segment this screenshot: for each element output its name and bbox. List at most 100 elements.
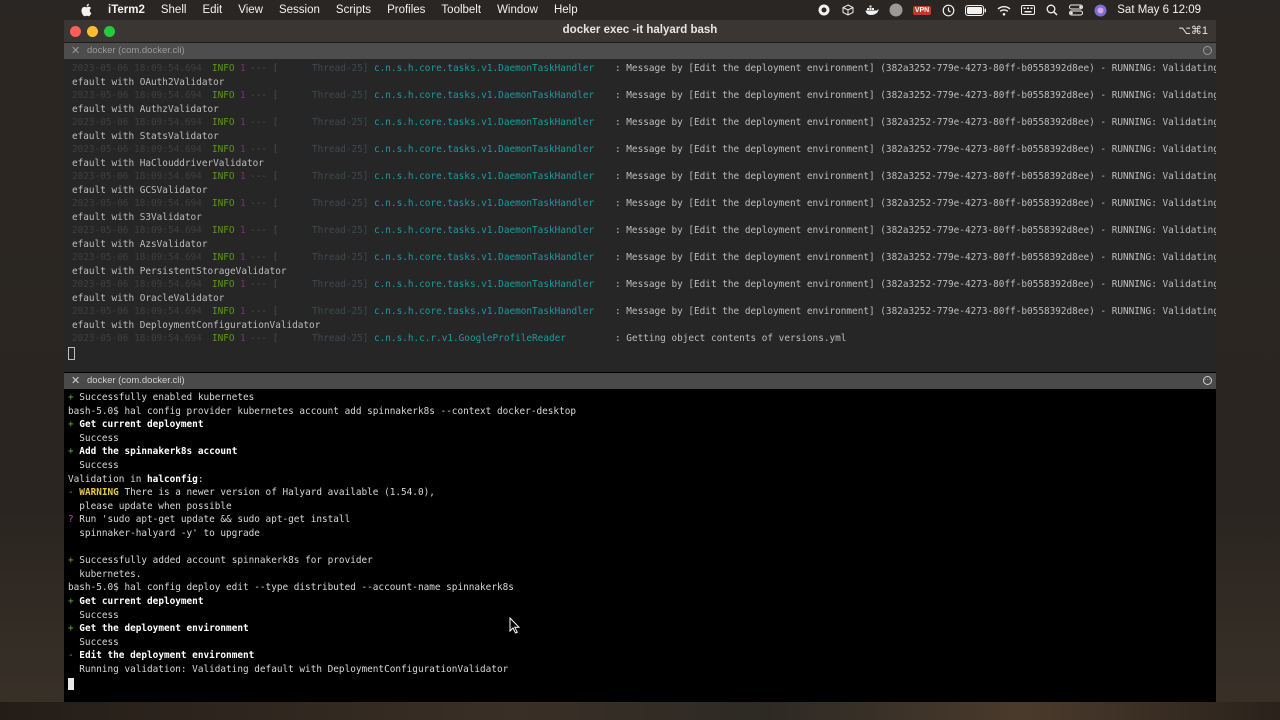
log-pid: 1 [240, 252, 246, 263]
menu-help[interactable]: Help [554, 4, 578, 16]
pane-bottom-close-icon[interactable]: ✕ [71, 374, 80, 387]
pane-top-terminal[interactable]: 2023-05-06 18:09:54.694 INFO 1 --- [ Thread-… [64, 59, 1216, 372]
menu-session[interactable]: Session [279, 4, 320, 16]
terminal-text: kubernetes. [68, 568, 142, 580]
log-level: INFO [212, 333, 235, 344]
record-icon[interactable] [817, 3, 831, 17]
docker-whale-icon[interactable] [865, 3, 879, 17]
box-cube-icon[interactable] [841, 3, 855, 17]
log-level: INFO [212, 144, 235, 155]
log-pid: 1 [240, 171, 246, 182]
log-continuation-text: efault with DeploymentConfigurationValid… [72, 319, 321, 331]
log-timestamp: 2023-05-06 18:09:54.694 [72, 333, 202, 344]
log-timestamp: 2023-05-06 18:09:54.694 [72, 90, 202, 101]
pane-top-header[interactable]: ✕ docker (com.docker.cli) ··· [64, 43, 1216, 59]
pane-bottom-label: docker (com.docker.cli) [87, 375, 185, 386]
log-line: 2023-05-06 18:09:54.694 INFO 1 --- [Thread-… [68, 305, 1216, 319]
log-separator: --- [ [250, 117, 279, 128]
search-icon[interactable] [1045, 3, 1059, 17]
log-pid: 1 [240, 144, 246, 155]
terminal-line: - WARNING There is a newer version of Ha… [68, 486, 435, 500]
terminal-line: spinnaker-halyard -y' to upgrade [68, 527, 260, 541]
menu-profiles[interactable]: Profiles [387, 4, 425, 16]
pane-bottom-header[interactable]: ✕ docker (com.docker.cli) ··· [64, 373, 1216, 389]
terminal-text: Success [68, 460, 119, 471]
vpn-badge[interactable]: VPN [912, 5, 932, 15]
pane-top-close-icon[interactable]: ✕ [71, 44, 80, 57]
pane-top-menu-icon[interactable]: ··· [1203, 46, 1212, 55]
log-message: : Message by [Edit the deployment enviro… [615, 198, 1216, 209]
log-pid: 1 [240, 279, 246, 290]
control-center-icon[interactable] [1069, 3, 1084, 17]
terminal-line: + Get current deployment [68, 418, 203, 432]
terminal-line: + Successfully enabled kubernetes [68, 391, 254, 405]
log-timestamp: 2023-05-06 18:09:54.694 [72, 144, 202, 155]
log-level: INFO [212, 90, 235, 101]
terminal-text: bash-5.0$ hal config provider kubernetes… [68, 405, 576, 417]
terminal-text: There is a newer version of Halyard avai… [118, 487, 435, 499]
terminal-line: Success [68, 609, 119, 623]
terminal-line: + Add the spinnakerk8s account [68, 445, 237, 459]
menubar-clock[interactable]: Sat May 6 12:09 [1117, 4, 1201, 16]
terminal-line: + Successfully added account spinnakerk8… [68, 554, 373, 568]
terminal-line: Success [68, 459, 119, 473]
log-message: : Message by [Edit the deployment enviro… [615, 225, 1216, 236]
menu-app-name[interactable]: iTerm2 [108, 4, 145, 16]
log-message: : Message by [Edit the deployment enviro… [615, 117, 1216, 128]
window-titlebar[interactable]: docker exec -it halyard bash ⌥⌘1 [64, 20, 1216, 43]
terminal-text: spinnaker-halyard -y' to upgrade [68, 528, 260, 539]
log-timestamp: 2023-05-06 18:09:54.694 [72, 171, 202, 182]
terminal-text: - [68, 650, 80, 662]
pane-bottom-menu-icon[interactable]: ··· [1203, 376, 1212, 385]
terminal-text: + [68, 596, 80, 607]
log-class: c.n.s.h.core.tasks.v1.DaemonTaskHandler [374, 171, 595, 182]
terminal-text: Success [68, 636, 119, 648]
terminal-text: Add the spinnakerk8s account [79, 446, 238, 458]
time-machine-icon[interactable] [941, 3, 955, 17]
log-message: : Message by [Edit the deployment enviro… [615, 90, 1216, 101]
battery-icon[interactable] [965, 3, 987, 17]
log-level: INFO [212, 198, 235, 209]
apple-menu-icon[interactable] [78, 3, 94, 17]
menu-toolbelt[interactable]: Toolbelt [441, 4, 481, 16]
log-line: 2023-05-06 18:09:54.694 INFO 1 --- [Thread-… [68, 224, 1216, 238]
log-level: INFO [212, 225, 235, 236]
terminal-text: - [68, 487, 80, 499]
keyboard-icon[interactable] [1021, 3, 1036, 17]
log-pid: 1 [240, 198, 246, 209]
log-timestamp: 2023-05-06 18:09:54.694 [72, 198, 202, 209]
menu-view[interactable]: View [238, 4, 263, 16]
terminal-text: Running validation: Validating default w… [68, 664, 509, 675]
log-class: c.n.s.h.core.tasks.v1.DaemonTaskHandler [374, 252, 595, 263]
log-thread: Thread-25] [312, 252, 369, 263]
terminal-text: Get current deployment [79, 419, 204, 431]
mouse-pointer-icon [509, 616, 521, 639]
terminal-line: - Edit the deployment environment [68, 649, 254, 663]
pane-bottom-terminal[interactable]: + Successfully enabled kubernetes bash-5.… [64, 389, 1216, 702]
terminal-line: + Get current deployment [68, 595, 203, 609]
log-line: 2023-05-06 18:09:54.694 INFO 1 --- [Thread-… [68, 197, 1216, 211]
log-pid: 1 [240, 225, 246, 236]
log-continuation-text: efault with AuthzValidator [72, 103, 219, 115]
terminal-text: Successfully enabled kubernetes [79, 392, 255, 403]
log-line: 2023-05-06 18:09:54.694 INFO 1 --- [Thread-… [68, 332, 1216, 346]
log-pid: 1 [240, 306, 246, 317]
terminal-line: Validation in halconfig: [68, 473, 204, 487]
log-pid: 1 [240, 63, 246, 74]
siri-icon[interactable] [1093, 3, 1107, 17]
log-class: c.n.s.h.core.tasks.v1.DaemonTaskHandler [374, 117, 595, 128]
terminal-text: + [68, 446, 80, 458]
log-message: : Message by [Edit the deployment enviro… [615, 306, 1216, 317]
menu-window[interactable]: Window [497, 4, 538, 16]
menu-edit[interactable]: Edit [202, 4, 222, 16]
log-separator: --- [ [250, 306, 279, 317]
menu-shell[interactable]: Shell [161, 4, 187, 16]
log-thread: Thread-25] [312, 117, 369, 128]
menu-scripts[interactable]: Scripts [336, 4, 371, 16]
user-avatar-icon[interactable] [889, 3, 903, 17]
log-message: : Message by [Edit the deployment enviro… [615, 171, 1216, 182]
log-line: 2023-05-06 18:09:54.694 INFO 1 --- [Thread-… [68, 251, 1216, 265]
wifi-icon[interactable] [997, 3, 1011, 17]
log-separator: --- [ [250, 225, 279, 236]
terminal-line: Running validation: Validating default w… [68, 663, 508, 677]
